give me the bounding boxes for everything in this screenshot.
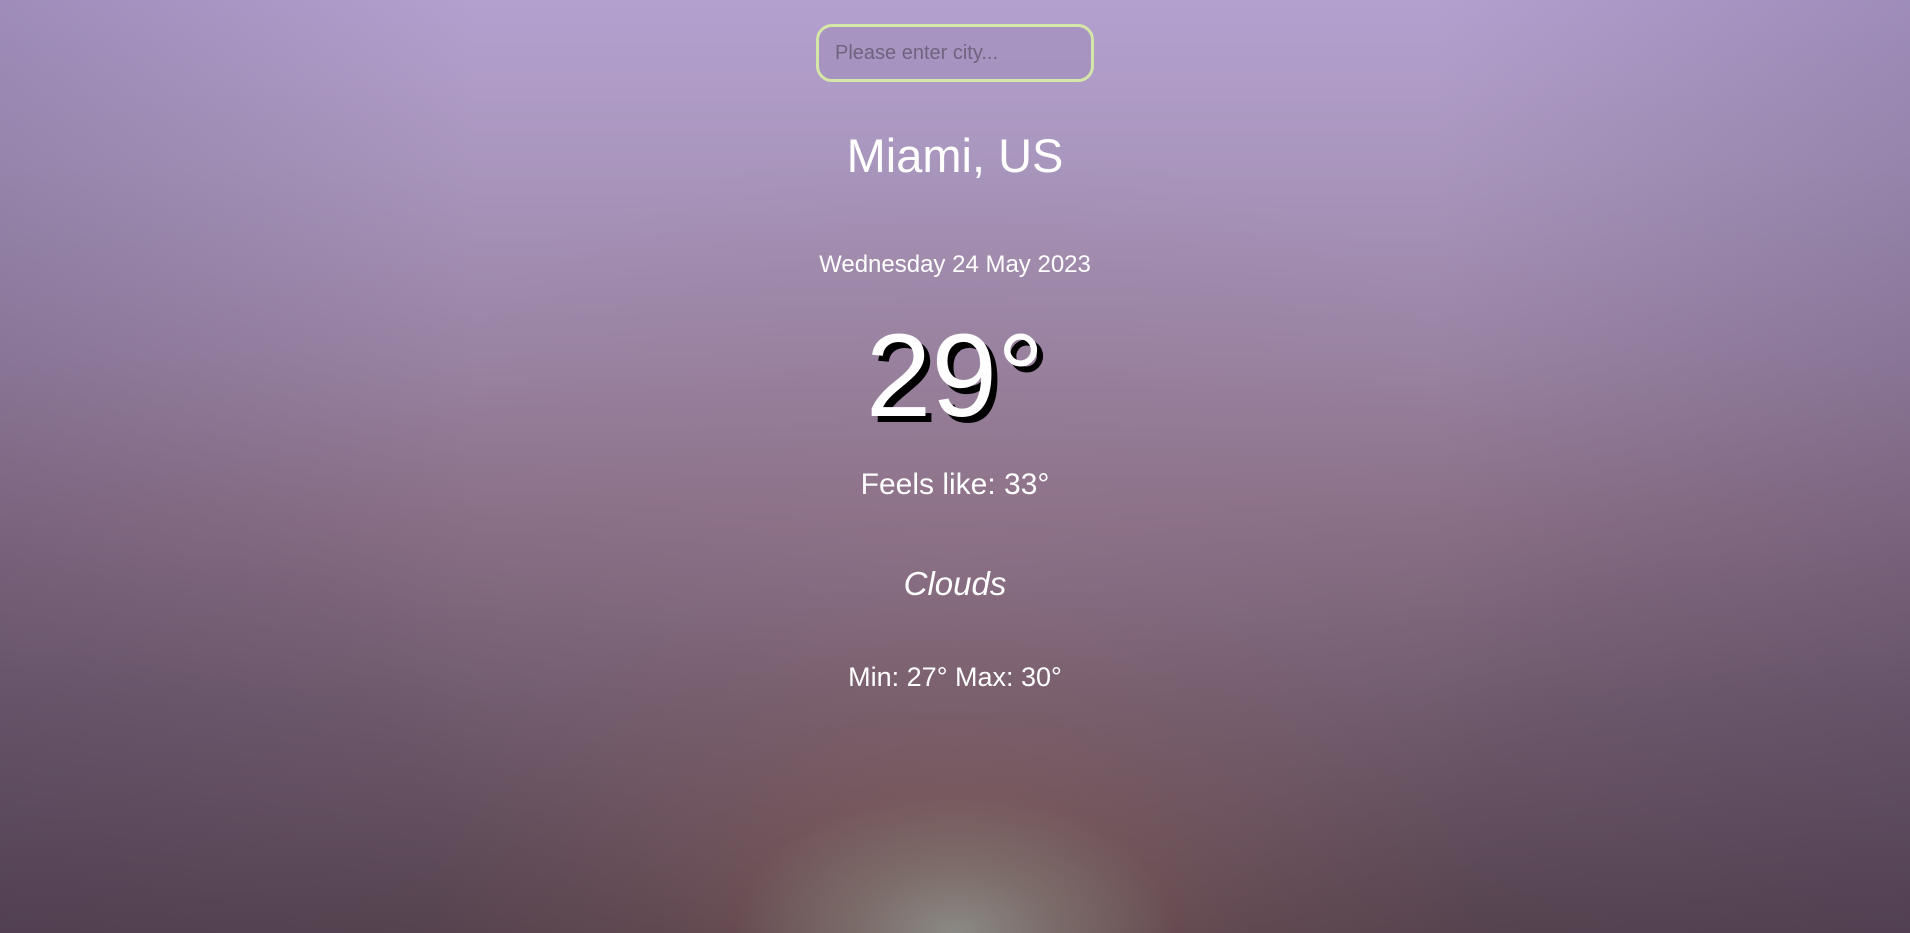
weather-description: Clouds	[903, 565, 1007, 602]
city-search-input[interactable]	[816, 24, 1094, 82]
min-max-temperature: Min: 27° Max: 30°	[848, 662, 1062, 692]
search-container	[816, 24, 1094, 82]
current-date: Wednesday 24 May 2023	[819, 251, 1091, 278]
temperature: 29°	[865, 310, 1045, 442]
location-title: Miami, US	[846, 129, 1064, 182]
feels-like: Feels like: 33°	[860, 468, 1050, 501]
